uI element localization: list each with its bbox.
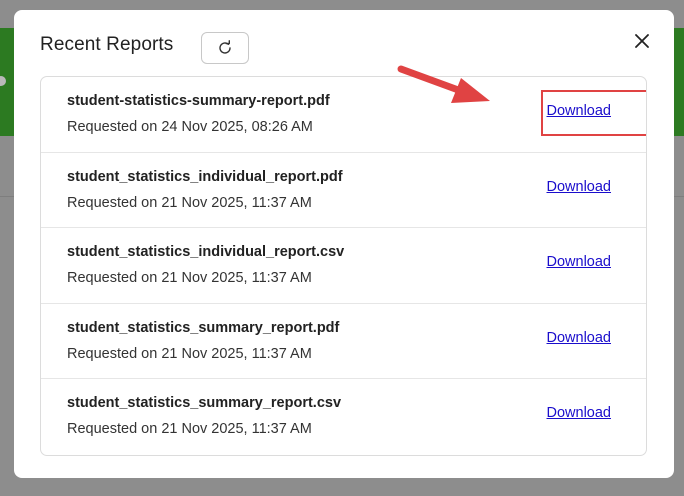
report-filename: student-statistics-summary-report.pdf [67,93,330,109]
report-row: student_statistics_summary_report.csv Re… [41,379,646,455]
report-requested-date: Requested on 21 Nov 2025, 11:37 AM [67,194,312,211]
report-requested-date: Requested on 24 Nov 2025, 08:26 AM [67,119,313,135]
download-link[interactable]: Download [547,330,612,346]
report-requested-date: Requested on 21 Nov 2025, 11:37 AM [67,270,312,287]
modal-title: Recent Reports [40,34,174,55]
report-filename: student_statistics_summary_report.csv [67,395,342,412]
report-filename: student_statistics_individual_report.csv [67,244,345,261]
download-link[interactable]: Download [547,254,612,270]
report-row: student_statistics_individual_report.csv… [41,228,646,304]
report-row: student_statistics_individual_report.pdf… [41,153,646,229]
report-row: student_statistics_summary_report.pdf Re… [41,304,646,380]
download-link[interactable]: Download [547,179,612,195]
download-link[interactable]: Download [547,103,612,119]
report-filename: student_statistics_individual_report.pdf [67,168,343,185]
reports-list: student-statistics-summary-report.pdf Re… [40,76,647,456]
report-filename: student_statistics_summary_report.pdf [67,319,340,336]
download-link[interactable]: Download [547,405,612,421]
close-icon [635,34,649,48]
refresh-icon [219,40,231,54]
refresh-button[interactable] [201,32,249,64]
recent-reports-modal: Recent Reports student-statistics-summar… [14,10,674,478]
report-requested-date: Requested on 21 Nov 2025, 11:37 AM [67,345,312,362]
close-button[interactable] [631,30,653,52]
report-row: student-statistics-summary-report.pdf Re… [41,77,646,153]
report-requested-date: Requested on 21 Nov 2025, 11:37 AM [67,421,312,438]
